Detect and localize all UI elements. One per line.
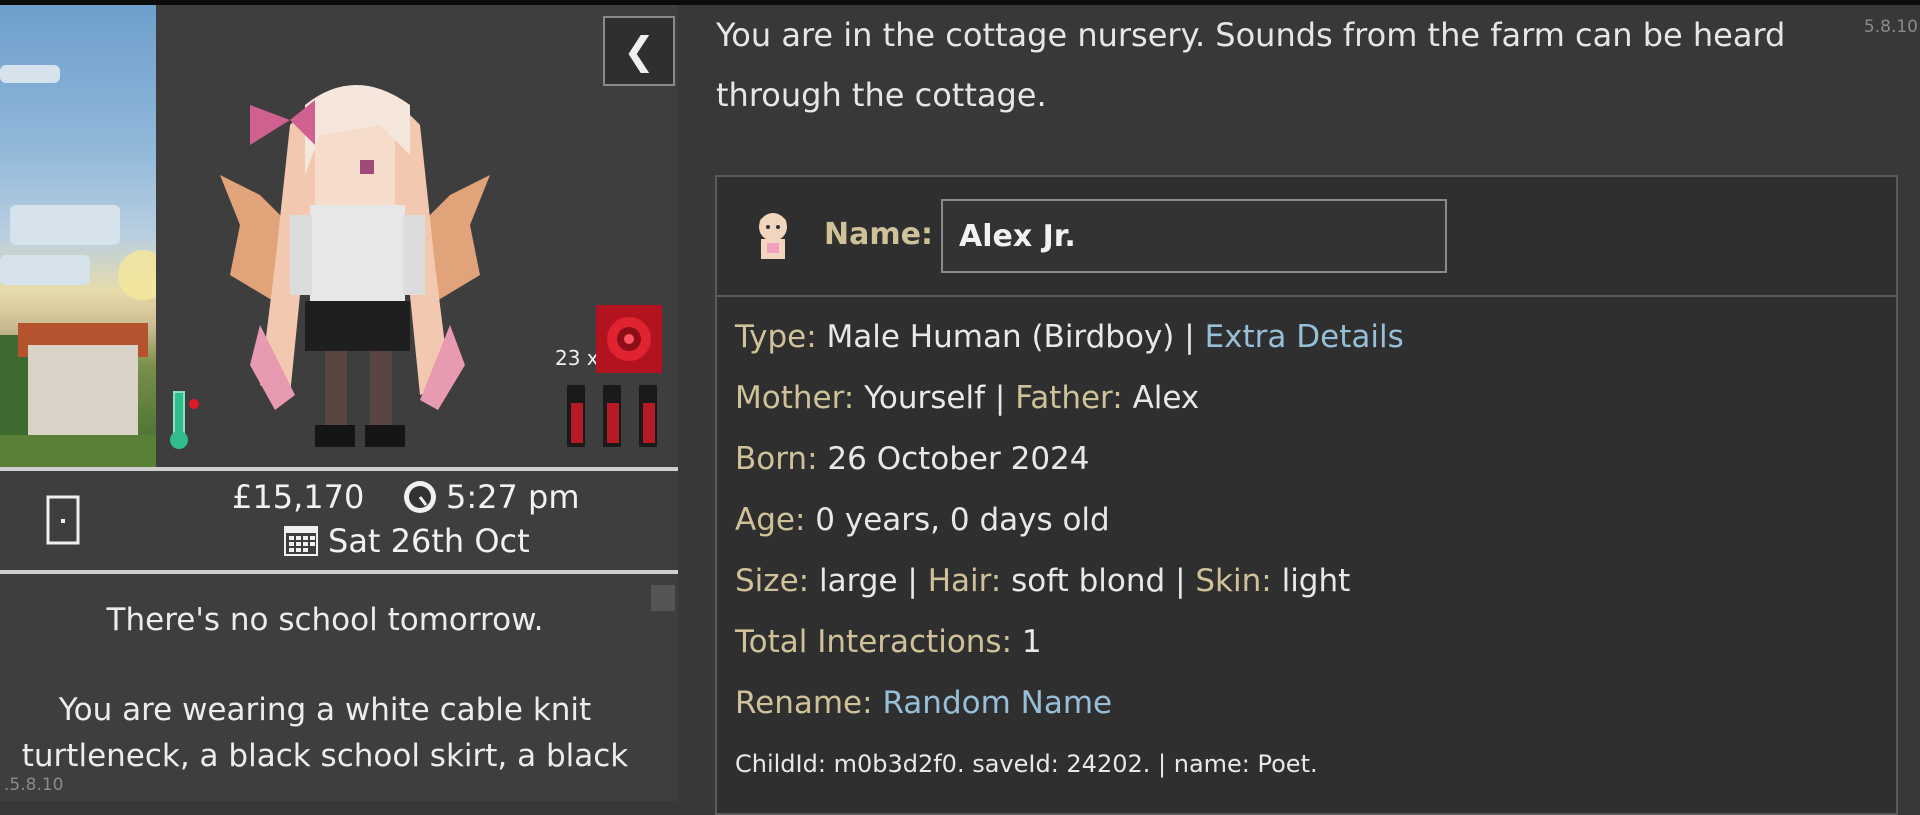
location-description: You are in the cottage nursery. Sounds f… [716, 16, 1786, 114]
sidebar-status: There's no school tomorrow. You are wear… [0, 597, 650, 779]
player-avatar [220, 85, 490, 447]
item-icon[interactable] [596, 305, 662, 373]
clothing-description: You are wearing a white cable knit turtl… [21, 692, 629, 774]
version-label: .5.8.10 [4, 775, 64, 795]
interactions-value: 1 [1021, 624, 1042, 660]
rename-row: Rename: Random Name [735, 673, 1404, 734]
father-value: Alex [1132, 380, 1200, 416]
mother-value: Yourself [864, 380, 986, 416]
skin-label: Skin: [1195, 563, 1272, 599]
child-card-header: Name: [717, 177, 1896, 297]
rename-label: Rename: [735, 685, 873, 721]
type-row: Type: Male Human (Birdboy) | Extra Detai… [735, 319, 1404, 355]
age-label: Age: [735, 502, 806, 538]
child-details: Type: Male Human (Birdboy) | Extra Detai… [735, 307, 1404, 795]
type-label: Type: [735, 319, 817, 355]
child-card: Name: Type: Male Human (Birdboy) | Extra… [715, 175, 1898, 815]
calendar-icon [284, 526, 318, 556]
age-value: 0 years, 0 days old [815, 502, 1110, 538]
baby-icon [759, 213, 787, 259]
debug-row: ChildId: m0b3d2f0. saveId: 24202. | name… [735, 734, 1404, 795]
door-icon[interactable] [46, 495, 80, 545]
age-row: Age: 0 years, 0 days old [735, 490, 1404, 551]
scrollbar-thumb[interactable] [651, 585, 675, 611]
sidebar: ❮ 23 x £15,170 5:27 pm Sat 26th Oct Ther… [0, 5, 678, 801]
type-value: Male Human (Birdboy) [826, 319, 1175, 355]
location-image [0, 5, 156, 467]
size-label: Size: [735, 563, 810, 599]
chevron-left-icon: ❮ [623, 29, 655, 73]
thermometer-icon [170, 391, 199, 449]
item-count: 23 x [555, 346, 599, 370]
interactions-label: Total Interactions: [735, 624, 1013, 660]
hair-label: Hair: [927, 563, 1002, 599]
born-label: Born: [735, 441, 818, 477]
time-display: 5:27 pm [446, 478, 580, 516]
school-note: There's no school tomorrow. [106, 602, 544, 638]
born-row: Born: 26 October 2024 [735, 429, 1404, 490]
interactions-row: Total Interactions: 1 [735, 612, 1404, 673]
extra-details-link[interactable]: Extra Details [1205, 319, 1404, 355]
divider [0, 570, 678, 574]
size-value: large [818, 563, 898, 599]
hair-value: soft blond [1011, 563, 1166, 599]
mother-label: Mother: [735, 380, 855, 416]
clock-icon [404, 481, 436, 513]
child-name-input[interactable] [941, 199, 1447, 273]
random-name-link[interactable]: Random Name [882, 685, 1112, 721]
main-content: You are in the cottage nursery. Sounds f… [678, 5, 1920, 815]
money-display: £15,170 [232, 478, 365, 516]
father-label: Father: [1015, 380, 1123, 416]
parents-row: Mother: Yourself | Father: Alex [735, 380, 1200, 416]
date-display: Sat 26th Oct [328, 522, 530, 560]
sidebar-collapse-button[interactable]: ❮ [603, 16, 675, 86]
divider [0, 467, 678, 471]
version-label: 5.8.10 [1863, 17, 1918, 37]
debug-info: ChildId: m0b3d2f0. saveId: 24202. | name… [735, 750, 1318, 778]
born-value: 26 October 2024 [827, 441, 1090, 477]
boots-icon [567, 385, 657, 447]
appearance-row: Size: large | Hair: soft blond | Skin: l… [735, 563, 1351, 599]
name-label: Name: [824, 217, 933, 252]
skin-value: light [1281, 563, 1351, 599]
